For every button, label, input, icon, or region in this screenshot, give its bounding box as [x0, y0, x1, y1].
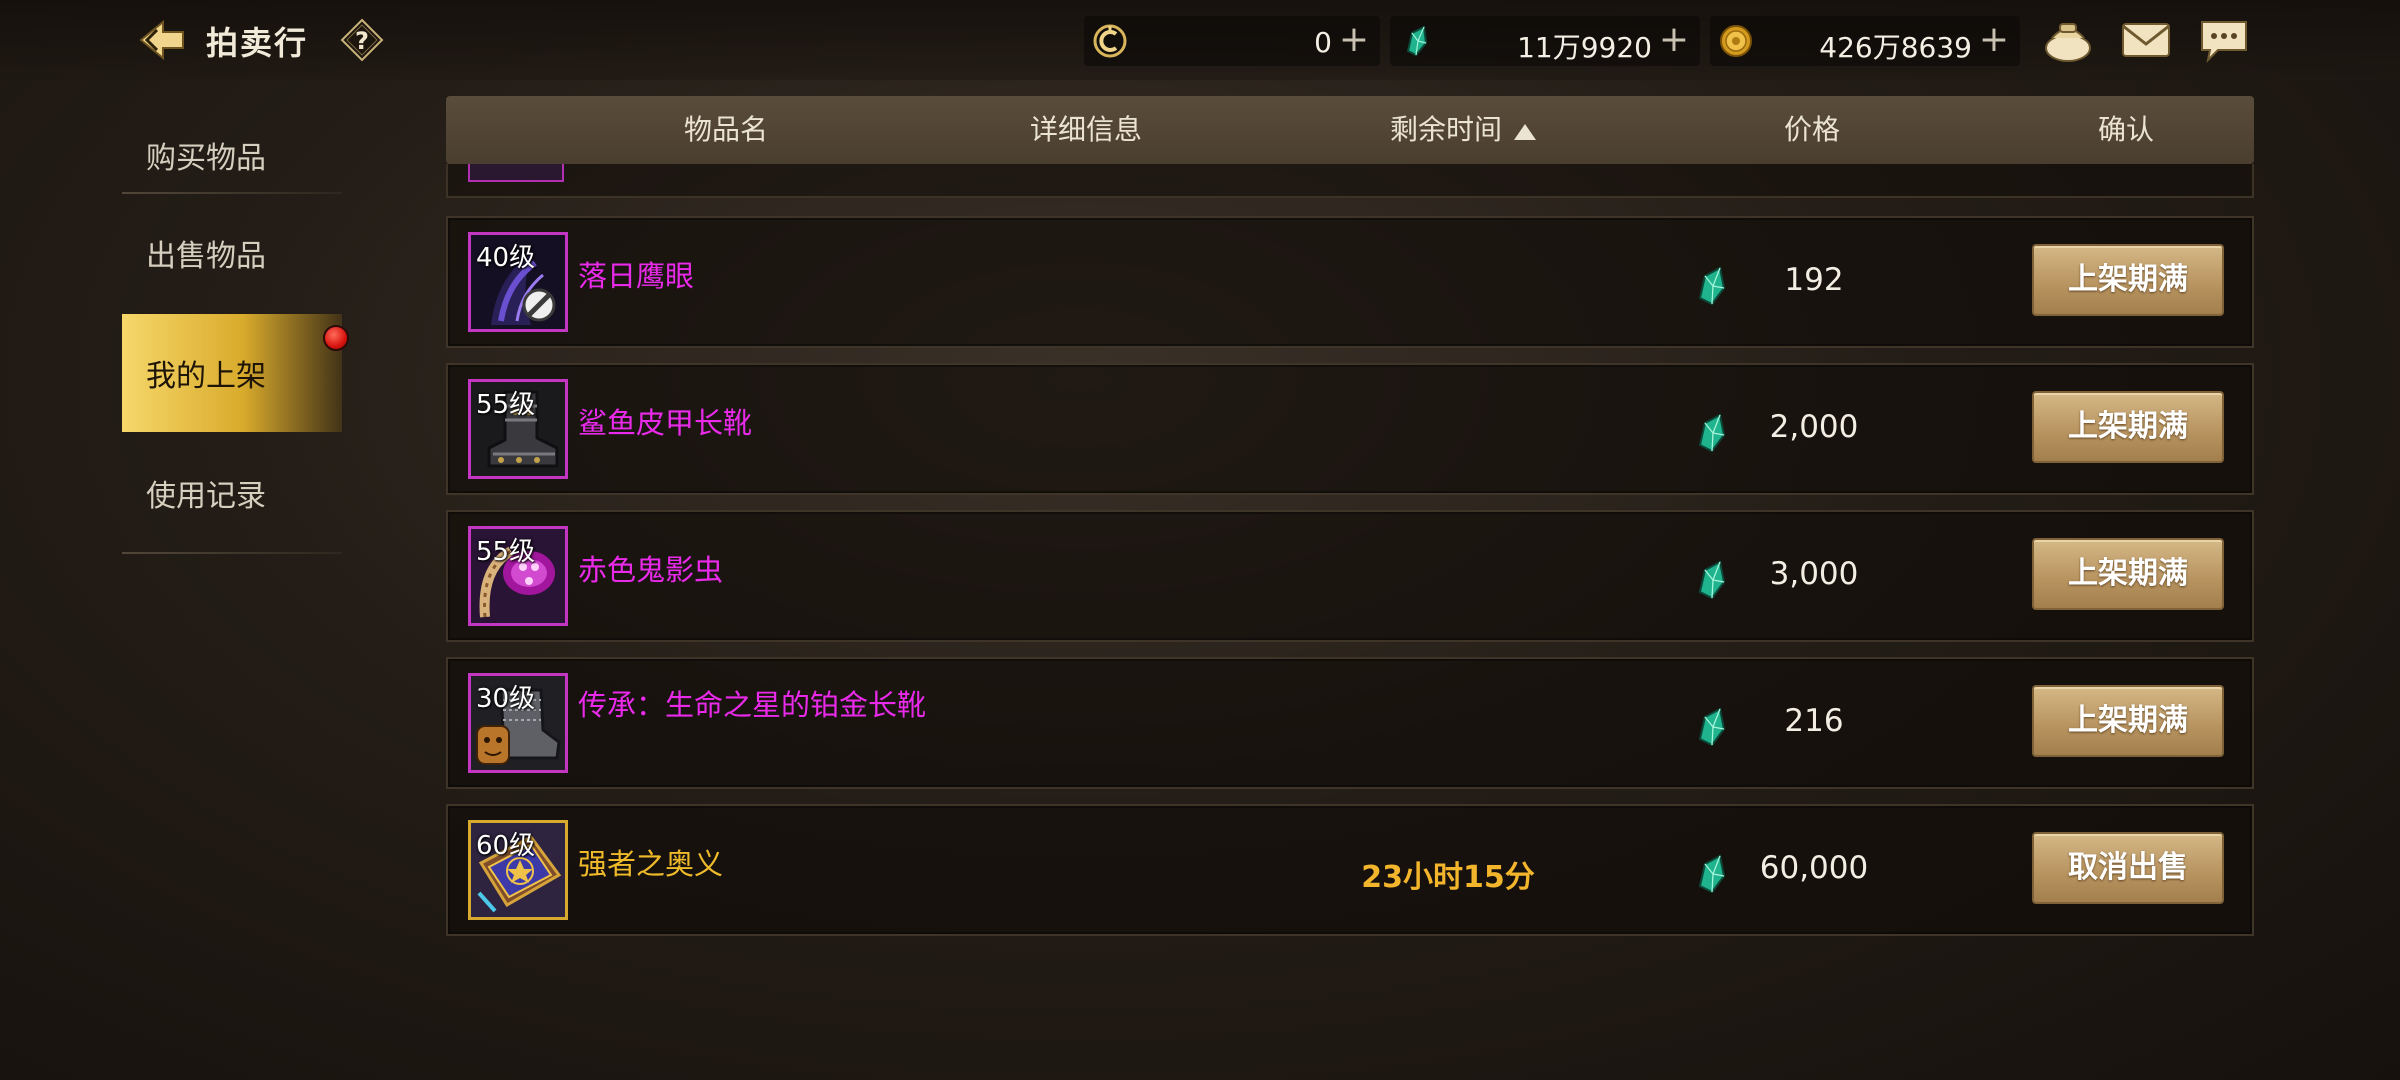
currency-credit: 0 + [1084, 16, 1380, 66]
page-title: 拍卖行 [206, 24, 309, 62]
item-name: 赤色鬼影虫 [578, 553, 724, 587]
item-price: 3,000 [1769, 556, 1859, 592]
sidebar-item-my-listings[interactable]: 我的上架 [122, 314, 342, 432]
sidebar-item-label: 购买物品 [146, 141, 266, 176]
green-gem-icon [1406, 25, 1428, 57]
time-left: 23小时15分 [1361, 860, 1535, 895]
item-level: 30级 [476, 684, 536, 714]
item-price: 2,000 [1769, 409, 1859, 445]
back-button[interactable] [132, 14, 192, 66]
cancel-sale-button[interactable]: 取消出售 [2032, 832, 2224, 904]
gold-coin-icon [1720, 25, 1752, 57]
bag-button[interactable] [2040, 16, 2096, 64]
listing-expired-button[interactable]: 上架期满 [2032, 244, 2224, 316]
column-header-price: 价格 [1783, 113, 1840, 146]
table-row-partial [446, 164, 2254, 198]
item-name: 传承：生命之星的铂金长靴 [578, 688, 927, 722]
mail-icon [2122, 23, 2170, 57]
help-diamond-icon: ? [340, 18, 384, 62]
currency-gold-value: 426万8639 [1819, 31, 1972, 64]
coin-purse-icon [2045, 23, 2091, 62]
green-gem-icon [1698, 854, 1726, 894]
table-row[interactable]: 40级 落日鹰眼 192 上架期满 [446, 216, 2254, 348]
item-slot[interactable]: 60级 [468, 820, 568, 920]
item-name: 鲨鱼皮甲长靴 [578, 406, 753, 440]
item-slot[interactable]: 30级 [468, 673, 568, 773]
table-row[interactable]: 55级 鲨鱼皮甲长靴 2,000 上架期满 [446, 363, 2254, 495]
chat-bubble-icon [2201, 21, 2247, 64]
sidebar-item-label: 出售物品 [146, 239, 266, 274]
listing-expired-button[interactable]: 上架期满 [2032, 685, 2224, 757]
item-slot-partial [468, 164, 564, 182]
currency-gold: 426万8639 + [1710, 16, 2020, 66]
credit-coin-icon [1093, 24, 1127, 58]
green-gem-icon [1698, 413, 1726, 453]
sidebar-item-label: 我的上架 [146, 359, 266, 394]
item-level: 55级 [476, 537, 536, 567]
listing-expired-button[interactable]: 上架期满 [2032, 391, 2224, 463]
currency-gem: 11万9920 + [1390, 16, 1700, 66]
green-gem-icon [1698, 560, 1726, 600]
item-price: 192 [1784, 262, 1844, 298]
mail-button[interactable] [2118, 16, 2174, 64]
sort-ascending-icon[interactable] [1514, 124, 1536, 140]
item-slot[interactable]: 55级 [468, 526, 568, 626]
table-header: 物品名 详细信息 剩余时间 价格 确认 [446, 96, 2254, 164]
item-level: 60级 [476, 831, 536, 861]
column-header-details: 详细信息 [1029, 113, 1142, 146]
green-gem-icon [1698, 266, 1726, 306]
currency-credit-value: 0 [1314, 26, 1332, 59]
sidebar-item-label: 使用记录 [146, 479, 266, 514]
table-row[interactable]: 30级 传承：生命之星的铂金长靴 216 上架期满 [446, 657, 2254, 789]
currency-credit-plus-button[interactable]: + [1336, 22, 1372, 59]
item-price: 216 [1784, 703, 1844, 739]
column-header-confirm: 确认 [2097, 113, 2154, 146]
notification-dot-icon [323, 325, 349, 351]
listing-expired-button[interactable]: 上架期满 [2032, 538, 2224, 610]
sidebar-item-history[interactable]: 使用记录 [122, 434, 342, 552]
item-level: 55级 [476, 390, 536, 420]
sidebar-divider [122, 552, 342, 554]
help-label: ? [355, 27, 369, 55]
item-slot[interactable]: 40级 [468, 232, 568, 332]
currency-gem-value: 11万9920 [1517, 31, 1652, 64]
item-name: 落日鹰眼 [578, 259, 695, 293]
help-button[interactable]: ? [340, 18, 384, 62]
chat-button[interactable] [2196, 16, 2252, 64]
green-gem-icon [1698, 707, 1726, 747]
item-price: 60,000 [1759, 850, 1869, 886]
item-level: 40级 [476, 243, 536, 273]
currency-gem-plus-button[interactable]: + [1656, 22, 1692, 59]
item-slot[interactable]: 55级 [468, 379, 568, 479]
currency-gold-plus-button[interactable]: + [1976, 22, 2012, 59]
table-row[interactable]: 55级 赤色鬼影虫 3,000 上架期满 [446, 510, 2254, 642]
top-bar: 拍卖行 ? 0 + 11万9920 + 426万8639 + [0, 0, 2400, 80]
item-name: 强者之奥义 [578, 847, 724, 881]
back-arrow-icon [139, 19, 184, 61]
table-row[interactable]: 60级 强者之奥义 23小时15分 60,000 取消出售 [446, 804, 2254, 936]
column-header-item-name: 物品名 [683, 113, 768, 146]
sidebar-item-sell[interactable]: 出售物品 [122, 194, 342, 312]
